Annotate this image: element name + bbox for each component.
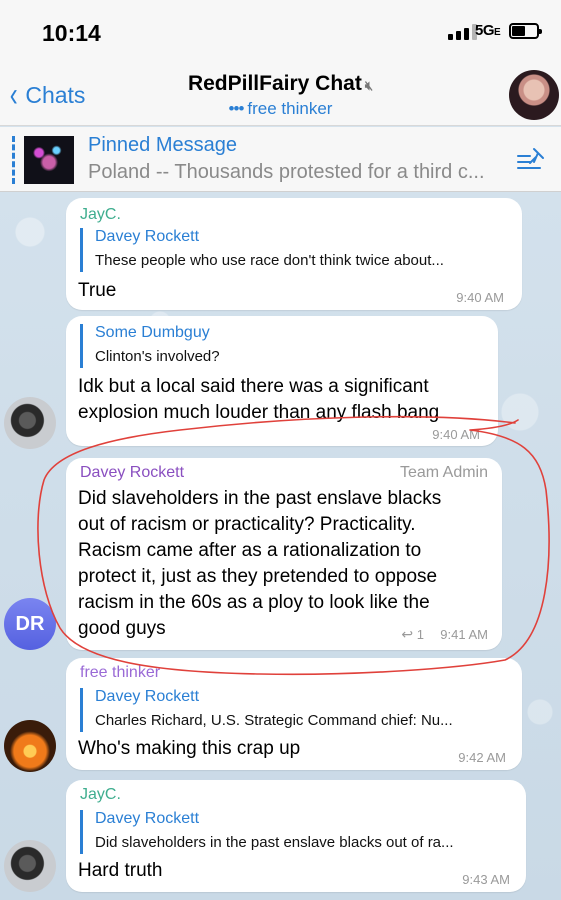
signal-strength-icon xyxy=(448,24,477,40)
reply-preview[interactable]: Davey Rockett Charles Richard, U.S. Stra… xyxy=(80,688,505,732)
status-bar: 10:14 5GE xyxy=(0,0,561,64)
pinned-indicator xyxy=(12,136,15,184)
message-time: 9:41 AM xyxy=(440,627,488,642)
reply-preview[interactable]: Some Dumbguy Clinton's involved? xyxy=(80,324,480,368)
message-time: 9:40 AM xyxy=(432,427,480,442)
message-text-line: racism in the 60s as a ploy to look like… xyxy=(78,592,430,613)
muted-icon: 🔇︎ xyxy=(364,78,374,93)
message-sender[interactable]: free thinker xyxy=(80,664,160,682)
reply-text: Did slaveholders in the past enslave bla… xyxy=(95,834,454,851)
message-time: 9:42 AM xyxy=(458,750,506,765)
message-text-line: out of racism or practicality? Practical… xyxy=(78,514,416,535)
reply-preview[interactable]: Davey Rockett These people who use race … xyxy=(80,228,505,272)
message-text: Did slaveholders in the past enslave bla… xyxy=(78,486,441,642)
pinned-thumbnail xyxy=(24,136,74,184)
chat-title[interactable]: RedPillFairy Chat 🔇︎ xyxy=(0,72,561,96)
sender-avatar[interactable] xyxy=(4,397,56,449)
message-sender[interactable]: JayC. xyxy=(80,206,121,224)
message-text-line: Did slaveholders in the past enslave bla… xyxy=(78,488,442,509)
message-text: True xyxy=(78,280,117,301)
reply-author: Davey Rockett xyxy=(95,228,200,245)
reply-author: Davey Rockett xyxy=(95,688,200,705)
message-bubble[interactable]: JayC. Davey Rockett These people who use… xyxy=(66,198,522,310)
reply-arrow-icon: ↩ xyxy=(401,626,414,642)
typing-dots-icon: ••• xyxy=(228,99,245,118)
message-bubble[interactable]: JayC. Davey Rockett Did slaveholders in … xyxy=(66,780,526,892)
message-time: 9:40 AM xyxy=(456,290,504,305)
message-text: Idk but a local said there was a signifi… xyxy=(78,374,439,426)
battery-icon xyxy=(509,23,542,39)
reply-author: Some Dumbguy xyxy=(95,324,210,341)
reply-text: Charles Richard, U.S. Strategic Command … xyxy=(95,712,453,729)
chat-header: ‹ Chats RedPillFairy Chat 🔇︎ ••• free thin… xyxy=(0,64,561,126)
pinned-list-icon[interactable] xyxy=(516,145,546,175)
message-bubble[interactable]: free thinker Davey Rockett Charles Richa… xyxy=(66,658,522,770)
replies-count[interactable]: ↩ 1 xyxy=(401,626,424,643)
message-bubble[interactable]: Davey Rockett Team Admin Did slaveholder… xyxy=(66,458,502,650)
network-indicator: 5GE xyxy=(475,22,501,39)
message-text: Hard truth xyxy=(78,860,163,881)
reply-preview[interactable]: Davey Rockett Did slaveholders in the pa… xyxy=(80,810,510,854)
chat-subtitle: ••• free thinker xyxy=(0,99,561,119)
pinned-message-bar[interactable]: Pinned Message Poland -- Thousands prote… xyxy=(0,127,561,192)
status-time: 10:14 xyxy=(42,20,101,46)
message-text-line: explosion much louder than any flash ban… xyxy=(78,402,440,423)
pinned-title: Pinned Message xyxy=(88,134,237,156)
reply-text: These people who use race don't think tw… xyxy=(95,252,444,269)
replies-count-value: 1 xyxy=(416,627,424,642)
pinned-text: Poland -- Thousands protested for a thir… xyxy=(88,161,485,183)
reply-author: Davey Rockett xyxy=(95,810,200,827)
message-bubble[interactable]: Some Dumbguy Clinton's involved? Idk but… xyxy=(66,316,498,446)
sender-avatar[interactable] xyxy=(4,720,56,772)
message-sender[interactable]: Davey Rockett xyxy=(80,464,184,482)
chat-title-text: RedPillFairy Chat xyxy=(187,72,362,95)
message-text-line: Racism came after as a rationalization t… xyxy=(78,540,422,561)
reply-text: Clinton's involved? xyxy=(95,348,220,365)
chat-avatar[interactable] xyxy=(509,70,559,120)
message-time: 9:43 AM xyxy=(462,872,510,887)
chat-subtitle-text: free thinker xyxy=(247,99,333,118)
sender-avatar[interactable] xyxy=(4,840,56,892)
message-text: Who's making this crap up xyxy=(78,738,301,759)
message-text-line: protect it, just as they pretended to op… xyxy=(78,566,438,587)
sender-avatar[interactable]: DR xyxy=(4,598,56,650)
message-text-line: Idk but a local said there was a signifi… xyxy=(78,376,429,397)
message-text-line: good guys xyxy=(78,618,166,639)
admin-badge: Team Admin xyxy=(399,464,488,481)
message-sender[interactable]: JayC. xyxy=(80,786,121,804)
